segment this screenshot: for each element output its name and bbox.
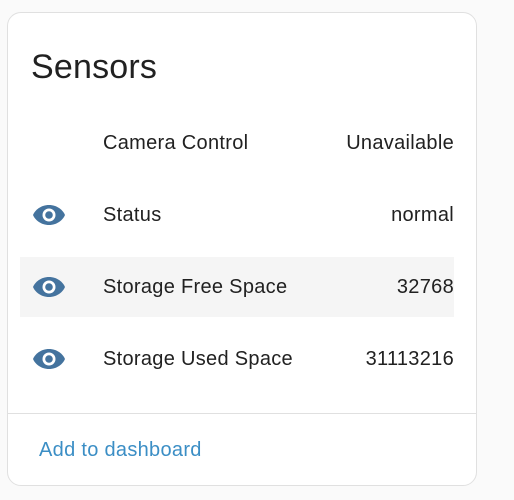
sensor-value: 31113216 [365, 347, 454, 370]
card-divider [8, 413, 476, 414]
eye-icon [32, 276, 66, 298]
sensor-value: 32768 [396, 275, 454, 298]
sensor-list: Camera Control Unavailable Status normal [20, 113, 454, 401]
sensor-label: Storage Free Space [103, 275, 288, 298]
sensor-value: Unavailable [346, 131, 454, 154]
card-title: Sensors [31, 48, 158, 86]
sensor-label: Status [103, 203, 162, 226]
eye-icon [32, 204, 66, 226]
sensor-row-camera-control[interactable]: Camera Control Unavailable [20, 113, 454, 173]
sensor-label: Storage Used Space [103, 347, 293, 370]
sensor-row-storage-free-space[interactable]: Storage Free Space 32768 [20, 257, 454, 317]
add-to-dashboard-button[interactable]: Add to dashboard [39, 439, 202, 462]
sensor-row-status[interactable]: Status normal [20, 185, 454, 245]
sensor-label: Camera Control [103, 131, 249, 154]
sensor-value: normal [391, 203, 454, 226]
eye-icon [32, 348, 66, 370]
sensors-card: Sensors Camera Control Unavailable Statu… [7, 12, 477, 486]
sensor-row-storage-used-space[interactable]: Storage Used Space 31113216 [20, 329, 454, 389]
